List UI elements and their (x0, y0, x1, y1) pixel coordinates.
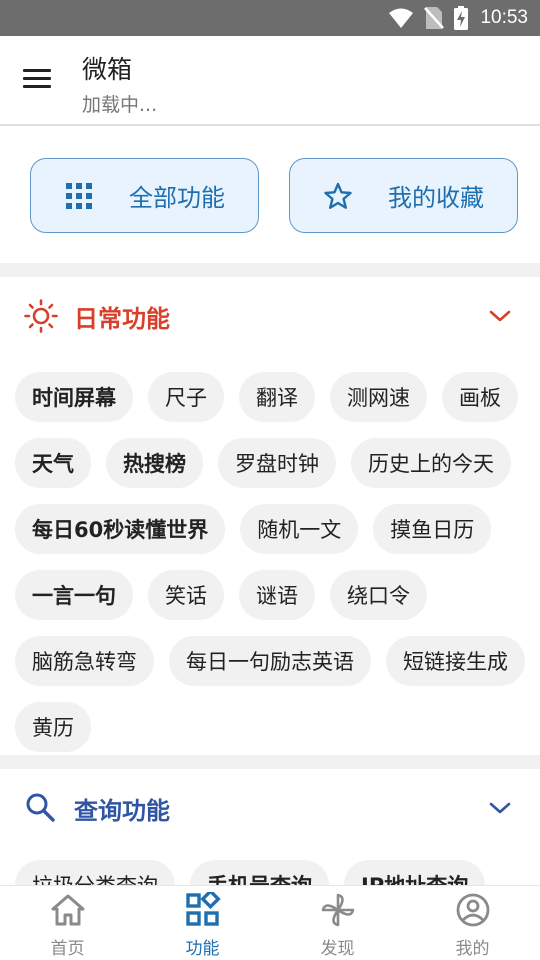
function-chip[interactable]: 黄历 (15, 702, 91, 752)
menu-icon-line (23, 69, 51, 72)
app-bar: 微箱 加载中... (0, 36, 540, 126)
daily-functions-header[interactable]: 日常功能 (0, 277, 540, 357)
wifi-icon (389, 8, 414, 28)
function-chip[interactable]: 时间屏幕 (15, 372, 133, 422)
nav-functions-label: 功能 (185, 939, 220, 959)
function-chip[interactable]: 每日60秒读懂世界 (15, 504, 226, 554)
all-functions-button[interactable]: 全部功能 (30, 158, 259, 233)
function-chip[interactable]: 随机一文 (240, 504, 359, 554)
function-chip[interactable]: 垃圾分类查询 (15, 860, 175, 885)
query-functions-chips: 垃圾分类查询手机号查询 IP地址查询 (15, 860, 535, 885)
menu-icon-line (23, 77, 51, 80)
function-chip[interactable]: 尺子 (148, 372, 224, 422)
function-chip[interactable]: 历史上的今天 (351, 438, 511, 488)
my-favorites-label: 我的收藏 (388, 184, 484, 212)
function-chip[interactable]: 绕口令 (330, 570, 427, 620)
function-chip[interactable]: 谜语 (239, 570, 315, 620)
nav-mine[interactable]: 我的 (405, 886, 540, 960)
function-chip[interactable]: 手机号查询 (190, 860, 329, 885)
all-functions-label: 全部功能 (129, 184, 225, 212)
function-chip[interactable]: 测网速 (330, 372, 427, 422)
function-chip[interactable]: IP地址查询 (344, 860, 486, 885)
section-divider (0, 755, 540, 769)
function-chip[interactable]: 天气 (15, 438, 91, 488)
app-title: 微箱 (82, 55, 133, 84)
status-icons: 10:53 (388, 0, 528, 36)
profile-icon (456, 893, 489, 927)
function-chip[interactable]: 脑筋急转弯 (15, 636, 154, 686)
my-favorites-button[interactable]: 我的收藏 (289, 158, 518, 233)
nav-mine-label: 我的 (455, 939, 490, 959)
bottom-navigation: 首页 功能 发现 我的 (0, 885, 540, 960)
section-divider (0, 263, 540, 277)
function-chip[interactable]: 摸鱼日历 (373, 504, 492, 554)
daily-functions-title: 日常功能 (74, 305, 170, 333)
function-chip[interactable]: 罗盘时钟 (218, 438, 336, 488)
menu-icon-line (23, 85, 51, 88)
status-time: 10:53 (480, 7, 528, 28)
apps-icon (185, 892, 221, 926)
no-sim-icon (424, 7, 445, 29)
daily-functions-chips: 时间屏幕 尺子 翻译 测网速 画板天气 热搜榜 罗盘时钟 历史上的今天每日60秒读懂世界 随机一… (15, 372, 535, 752)
function-chip[interactable]: 一言一句 (15, 570, 133, 620)
star-icon (324, 182, 352, 209)
nav-discover[interactable]: 发现 (270, 886, 405, 960)
app-subtitle: 加载中... (82, 94, 158, 116)
chevron-down-icon[interactable] (488, 799, 512, 817)
chevron-down-icon[interactable] (488, 307, 512, 325)
nav-functions[interactable]: 功能 (135, 886, 270, 960)
function-chip[interactable]: 翻译 (239, 372, 315, 422)
nav-discover-label: 发现 (320, 939, 355, 959)
sun-icon (24, 299, 58, 333)
function-chip[interactable]: 短链接生成 (386, 636, 525, 686)
menu-button[interactable] (20, 64, 56, 98)
function-chip[interactable]: 每日一句励志英语 (169, 636, 371, 686)
search-icon (26, 793, 55, 822)
function-chip[interactable]: 热搜榜 (106, 438, 203, 488)
nav-home[interactable]: 首页 (0, 886, 135, 960)
function-chip[interactable]: 笑话 (148, 570, 224, 620)
battery-charging-icon (454, 6, 469, 30)
status-bar: 10:53 (0, 0, 540, 36)
function-chip[interactable]: 画板 (442, 372, 518, 422)
grid-icon (66, 182, 92, 209)
query-functions-title: 查询功能 (74, 797, 170, 825)
nav-home-label: 首页 (50, 939, 85, 959)
pinwheel-icon (321, 893, 354, 927)
home-icon (51, 894, 84, 926)
query-functions-section: 查询功能 垃圾分类查询手机号查询 IP地址查询 (0, 769, 540, 885)
query-functions-header[interactable]: 查询功能 (0, 769, 540, 849)
daily-functions-section: 日常功能 时间屏幕 尺子 翻译 测网速 画板天气 热搜榜 罗盘时钟 历史上的今天每日60秒读懂… (0, 277, 540, 755)
quick-actions: 全部功能 我的收藏 (0, 128, 540, 263)
